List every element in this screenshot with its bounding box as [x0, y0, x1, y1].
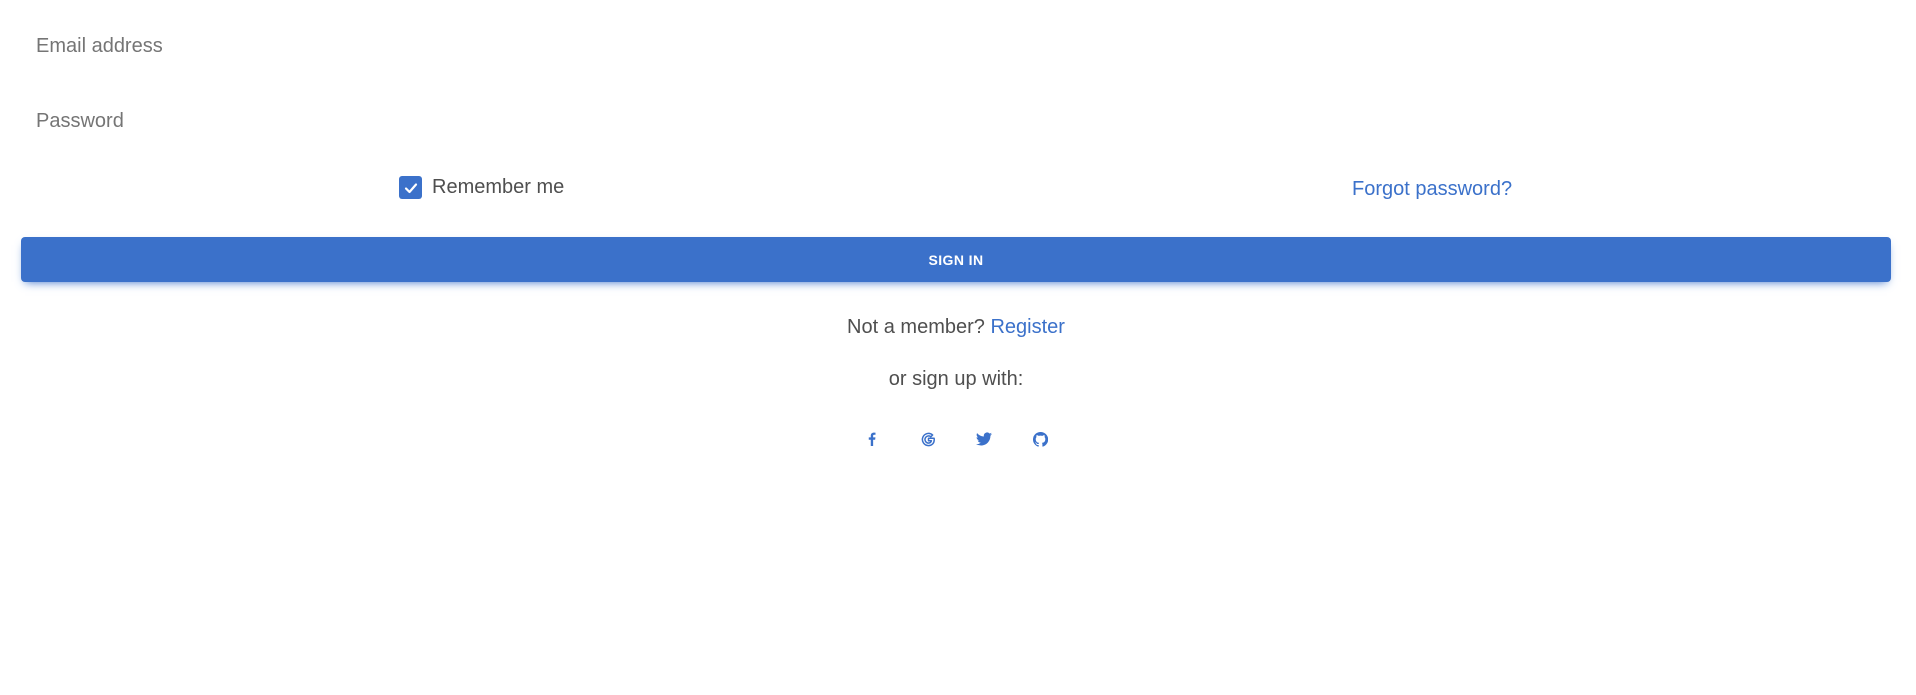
google-button[interactable]	[910, 424, 946, 454]
password-field-wrapper	[21, 101, 1891, 141]
checkbox-checked-icon[interactable]	[399, 176, 422, 199]
sign-in-button[interactable]: SIGN IN	[21, 237, 1891, 282]
password-field[interactable]	[21, 101, 1891, 141]
forgot-password-link[interactable]: Forgot password?	[1352, 178, 1512, 201]
remember-me-checkbox[interactable]: Remember me	[399, 176, 564, 199]
twitter-icon	[976, 432, 992, 446]
facebook-button[interactable]	[854, 424, 890, 454]
email-field[interactable]	[21, 26, 1891, 66]
remember-me-label: Remember me	[432, 176, 565, 198]
register-prompt-text: Not a member?	[847, 316, 985, 338]
facebook-icon	[868, 432, 876, 446]
signup-text: or sign up with:	[888, 368, 1024, 390]
github-icon	[1032, 431, 1048, 447]
social-buttons	[0, 424, 1912, 454]
twitter-button[interactable]	[966, 424, 1002, 454]
email-field-wrapper	[21, 26, 1891, 66]
register-link[interactable]: Register	[990, 316, 1064, 338]
google-icon	[921, 432, 935, 446]
register-prompt: Not a member? Register	[0, 316, 1912, 339]
github-button[interactable]	[1022, 424, 1058, 454]
